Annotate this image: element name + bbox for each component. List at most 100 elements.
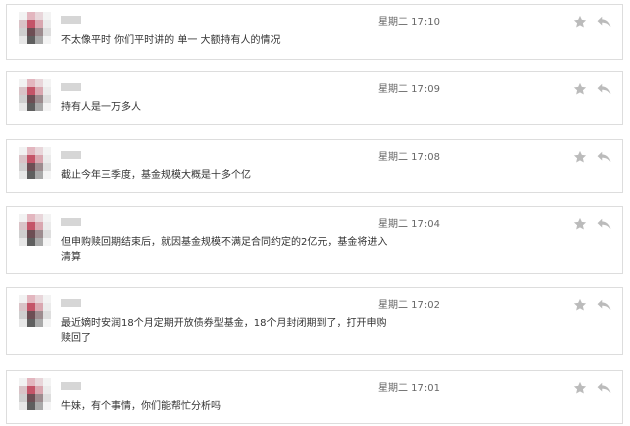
avatar-mosaic-cell bbox=[19, 222, 27, 230]
avatar-mosaic-cell bbox=[27, 402, 35, 410]
avatar-mosaic-cell bbox=[19, 171, 27, 179]
sender-name-redacted bbox=[61, 16, 81, 24]
avatar-mosaic-cell bbox=[19, 95, 27, 103]
star-icon[interactable] bbox=[573, 82, 587, 96]
message-item[interactable]: 星期二 17:02 最近嫡时安润18个月定期开放债券型基金，18个月封闭期到了，… bbox=[6, 287, 623, 355]
message-item[interactable]: 星期二 17:08 截止今年三季度，基金规模大概是十多个亿 bbox=[6, 139, 623, 193]
avatar-mosaic-cell bbox=[19, 214, 27, 222]
reply-icon[interactable] bbox=[597, 218, 611, 230]
avatar-mosaic-cell bbox=[19, 20, 27, 28]
star-icon[interactable] bbox=[573, 15, 587, 29]
avatar-mosaic-cell bbox=[43, 103, 51, 111]
avatar-mosaic-cell bbox=[19, 402, 27, 410]
avatar-mosaic-cell bbox=[27, 319, 35, 327]
avatar-mosaic-cell bbox=[27, 20, 35, 28]
avatar-mosaic-cell bbox=[27, 95, 35, 103]
avatar-mosaic-cell bbox=[19, 147, 27, 155]
avatar-mosaic-cell bbox=[27, 28, 35, 36]
star-icon[interactable] bbox=[573, 150, 587, 164]
avatar-mosaic-cell bbox=[35, 20, 43, 28]
avatar[interactable] bbox=[19, 12, 51, 44]
avatar[interactable] bbox=[19, 147, 51, 179]
sender-name-redacted bbox=[61, 299, 81, 307]
avatar-mosaic-cell bbox=[19, 378, 27, 386]
avatar-mosaic-cell bbox=[35, 214, 43, 222]
avatar-mosaic-cell bbox=[35, 402, 43, 410]
avatar-mosaic-cell bbox=[35, 28, 43, 36]
message-text: 持有人是一万多人 bbox=[61, 102, 141, 113]
reply-icon[interactable] bbox=[597, 382, 611, 394]
avatar-mosaic-cell bbox=[43, 394, 51, 402]
star-icon[interactable] bbox=[573, 298, 587, 312]
message-item[interactable]: 星期二 17:04 但申购赎回期结束后，就因基金规模不满足合同约定的2亿元，基金… bbox=[6, 206, 623, 274]
message-time: 星期二 17:08 bbox=[378, 152, 440, 163]
sender-name-redacted bbox=[61, 151, 81, 159]
avatar-mosaic-cell bbox=[19, 319, 27, 327]
message-item[interactable]: 星期二 17:10 不太像平时 你们平时讲的 单一 大额持有人的情况 bbox=[6, 4, 623, 60]
avatar-mosaic-cell bbox=[27, 295, 35, 303]
avatar-mosaic-cell bbox=[19, 87, 27, 95]
avatar-mosaic-cell bbox=[43, 36, 51, 44]
avatar-mosaic-cell bbox=[43, 20, 51, 28]
avatar-mosaic-cell bbox=[19, 36, 27, 44]
star-icon[interactable] bbox=[573, 217, 587, 231]
avatar-mosaic-cell bbox=[43, 214, 51, 222]
avatar-mosaic-cell bbox=[43, 28, 51, 36]
message-text: 截止今年三季度，基金规模大概是十多个亿 bbox=[61, 170, 251, 181]
avatar-mosaic-cell bbox=[19, 295, 27, 303]
avatar-mosaic-cell bbox=[35, 171, 43, 179]
avatar-mosaic-cell bbox=[43, 230, 51, 238]
avatar-mosaic-cell bbox=[27, 303, 35, 311]
message-item[interactable]: 星期二 17:01 牛妹，有个事情，你们能帮忙分析吗 bbox=[6, 370, 623, 424]
avatar-mosaic-cell bbox=[27, 394, 35, 402]
avatar-mosaic-cell bbox=[27, 222, 35, 230]
avatar-mosaic-cell bbox=[19, 303, 27, 311]
avatar-mosaic-cell bbox=[43, 87, 51, 95]
avatar-mosaic-cell bbox=[35, 386, 43, 394]
avatar-mosaic-cell bbox=[19, 12, 27, 20]
avatar-mosaic-cell bbox=[27, 171, 35, 179]
message-list: 星期二 17:10 不太像平时 你们平时讲的 单一 大额持有人的情况 星期二 1… bbox=[0, 0, 630, 426]
avatar-mosaic-cell bbox=[27, 378, 35, 386]
avatar-mosaic-cell bbox=[27, 311, 35, 319]
avatar-mosaic-cell bbox=[27, 163, 35, 171]
avatar-mosaic-cell bbox=[19, 79, 27, 87]
avatar-mosaic-cell bbox=[43, 319, 51, 327]
avatar-mosaic-cell bbox=[35, 147, 43, 155]
avatar-mosaic-cell bbox=[27, 230, 35, 238]
avatar[interactable] bbox=[19, 378, 51, 410]
message-item[interactable]: 星期二 17:09 持有人是一万多人 bbox=[6, 71, 623, 125]
avatar-mosaic-cell bbox=[35, 230, 43, 238]
avatar[interactable] bbox=[19, 79, 51, 111]
avatar-mosaic-cell bbox=[19, 394, 27, 402]
message-text: 不太像平时 你们平时讲的 单一 大额持有人的情况 bbox=[61, 35, 281, 46]
star-icon[interactable] bbox=[573, 381, 587, 395]
avatar-mosaic-cell bbox=[43, 386, 51, 394]
avatar-mosaic-cell bbox=[27, 238, 35, 246]
avatar-mosaic-cell bbox=[19, 238, 27, 246]
avatar-mosaic-cell bbox=[27, 87, 35, 95]
avatar[interactable] bbox=[19, 214, 51, 246]
reply-icon[interactable] bbox=[597, 151, 611, 163]
avatar-mosaic-cell bbox=[43, 155, 51, 163]
reply-icon[interactable] bbox=[597, 299, 611, 311]
avatar-mosaic-cell bbox=[43, 95, 51, 103]
avatar-mosaic-cell bbox=[35, 103, 43, 111]
message-time: 星期二 17:02 bbox=[378, 300, 440, 311]
avatar-mosaic-cell bbox=[35, 394, 43, 402]
avatar-mosaic-cell bbox=[19, 155, 27, 163]
avatar-mosaic-cell bbox=[43, 311, 51, 319]
avatar-mosaic-cell bbox=[27, 155, 35, 163]
message-time: 星期二 17:10 bbox=[378, 17, 440, 28]
message-text: 最近嫡时安润18个月定期开放债券型基金，18个月封闭期到了，打开申购赎回了 bbox=[61, 318, 387, 344]
avatar-mosaic-cell bbox=[27, 386, 35, 394]
avatar-mosaic-cell bbox=[35, 303, 43, 311]
avatar-mosaic-cell bbox=[19, 386, 27, 394]
avatar-mosaic-cell bbox=[35, 319, 43, 327]
avatar-mosaic-cell bbox=[43, 163, 51, 171]
avatar-mosaic-cell bbox=[43, 378, 51, 386]
reply-icon[interactable] bbox=[597, 16, 611, 28]
avatar[interactable] bbox=[19, 295, 51, 327]
avatar-mosaic-cell bbox=[35, 163, 43, 171]
reply-icon[interactable] bbox=[597, 83, 611, 95]
